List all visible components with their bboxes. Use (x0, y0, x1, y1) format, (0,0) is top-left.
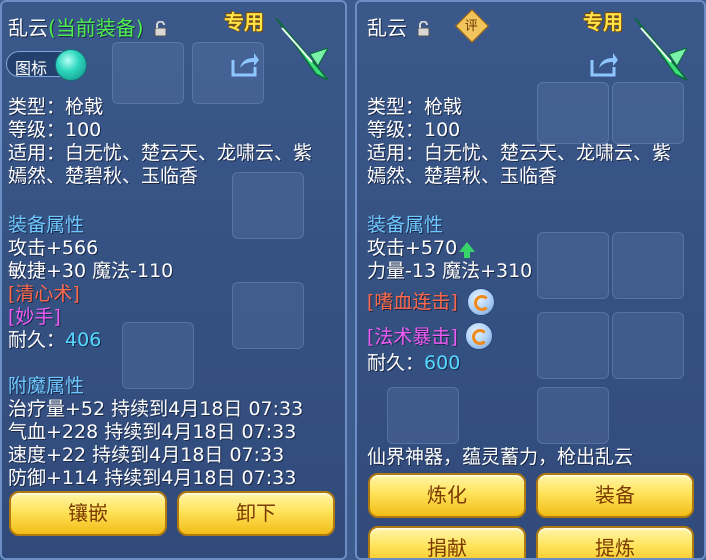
durability-value: 600 (424, 352, 461, 374)
enchant-defense: 防御+114 持续到4月18日 07:33 (8, 467, 297, 489)
skill-qingxin: [清心术] (8, 283, 80, 305)
attack-stat: 攻击+566 (8, 237, 99, 259)
durability-label: 耐久： (8, 329, 66, 351)
durability: 耐久：406 (8, 329, 101, 352)
item-name: 乱云 (367, 12, 430, 41)
attack-stat: 攻击+570 (367, 237, 476, 260)
share-icon[interactable] (589, 50, 619, 78)
durability-value: 406 (65, 329, 102, 351)
equipment-attributes-title: 装备属性 (8, 214, 85, 236)
applicable-characters-cont: 嫣然、楚碧秋、玉临香 (8, 165, 199, 187)
item-type: 类型：枪戟 (8, 96, 104, 118)
background-item-slot (112, 42, 184, 104)
compare-equipment-tooltip: 乱云 评 专用 类型：枪戟 等级：100 适用：白无忧、楚云天、龙啸云、紫 嫣然… (355, 0, 706, 560)
extract-button[interactable]: 提炼 (536, 526, 694, 558)
item-name: 乱云(当前装备) (8, 12, 167, 41)
enchant-hp: 气血+228 持续到4月18日 07:33 (8, 421, 297, 443)
applicable-characters: 适用：白无忧、楚云天、龙啸云、紫 (8, 142, 313, 164)
equip-button[interactable]: 装备 (536, 473, 694, 518)
background-item-slot (537, 387, 609, 444)
background-item-slot (232, 172, 304, 239)
enchant-speed: 速度+22 持续到4月18日 07:33 (8, 444, 285, 466)
agility-magic-stat: 敏捷+30 魔法-110 (8, 260, 174, 282)
skill-shixue: [嗜血连击] (367, 291, 458, 313)
skill-miaoshou: [妙手] (8, 306, 61, 328)
icon-toggle-label: 图标 (15, 59, 48, 78)
background-item-slot (612, 232, 684, 299)
share-icon[interactable] (230, 50, 260, 78)
item-level: 等级：100 (8, 119, 102, 141)
background-item-slot (537, 312, 609, 379)
durability-label: 耐久： (367, 352, 425, 374)
durability: 耐久：600 (367, 352, 460, 375)
background-item-slot (537, 232, 609, 299)
item-type: 类型：枪戟 (367, 96, 463, 118)
refine-button[interactable]: 炼化 (368, 473, 526, 518)
inlay-button[interactable]: 镶嵌 (9, 491, 167, 536)
applicable-characters: 适用：白无忧、楚云天、龙啸云、紫 (367, 142, 672, 164)
increase-arrow-icon (459, 242, 476, 258)
background-item-slot (537, 82, 609, 144)
spear-weapon-icon (634, 17, 689, 81)
donate-button[interactable]: 捐献 (368, 526, 526, 558)
current-equipment-tooltip: 乱云(当前装备) 专用 图标 类型：枪戟 等级：100 适用：白无忧、楚云天、龙… (0, 0, 347, 560)
icon-toggle[interactable]: 图标 (6, 49, 87, 81)
applicable-characters-cont: 嫣然、楚碧秋、玉临香 (367, 165, 558, 187)
attack-stat-text: 攻击+570 (367, 237, 458, 259)
refresh-skill-icon[interactable] (467, 288, 495, 316)
background-item-slot (387, 387, 459, 444)
background-item-slot (232, 282, 304, 349)
unequip-button[interactable]: 卸下 (177, 491, 335, 536)
background-item-slot (612, 312, 684, 379)
item-level: 等级：100 (367, 119, 461, 141)
enchant-healing: 治疗量+52 持续到4月18日 07:33 (8, 398, 304, 420)
item-name-text: 乱云 (367, 16, 407, 40)
unlocked-lock-icon[interactable] (154, 21, 167, 37)
exclusive-label: 专用 (224, 10, 264, 34)
unlocked-lock-icon[interactable] (417, 21, 430, 37)
background-item-slot (612, 82, 684, 144)
background-item-slot (122, 322, 194, 389)
item-name-text: 乱云 (8, 16, 48, 40)
item-flavor-text: 仙界神器，蕴灵蓄力，枪出乱云 (367, 446, 634, 468)
toggle-knob[interactable] (55, 49, 87, 81)
skill-fashu: [法术暴击] (367, 326, 458, 348)
evaluate-badge-icon[interactable]: 评 (455, 9, 489, 43)
evaluate-badge-text: 评 (464, 19, 478, 35)
equipped-status: (当前装备) (48, 16, 144, 40)
exclusive-label: 专用 (583, 10, 623, 34)
equipment-attributes-title: 装备属性 (367, 214, 444, 236)
enchant-attributes-title: 附魔属性 (8, 375, 85, 397)
strength-magic-stat: 力量-13 魔法+310 (367, 260, 533, 282)
spear-weapon-icon (275, 17, 330, 81)
refresh-skill-icon[interactable] (465, 322, 493, 350)
